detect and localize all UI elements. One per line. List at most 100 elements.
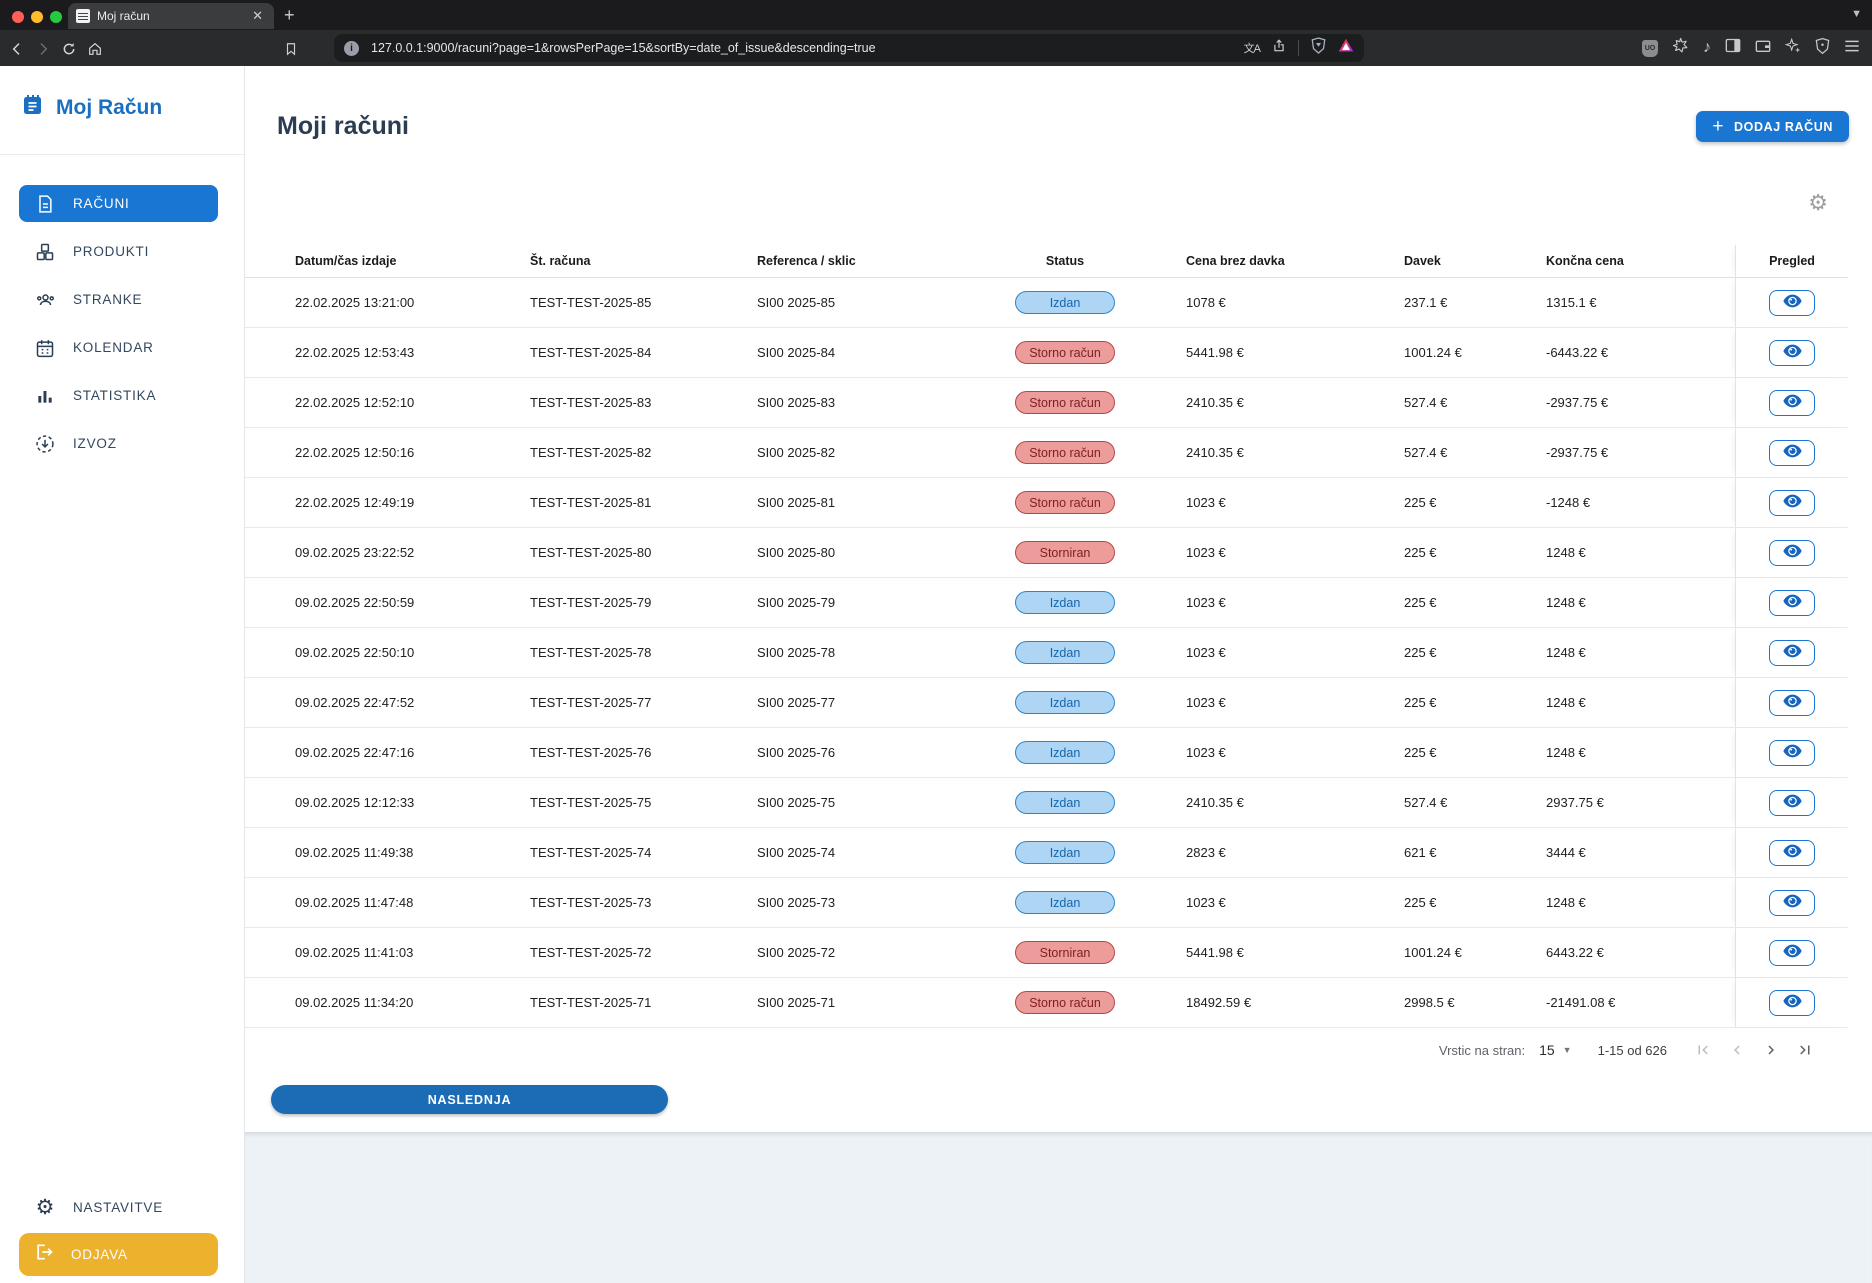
- tab-close-icon[interactable]: ✕: [249, 8, 266, 24]
- home-button[interactable]: [82, 39, 108, 56]
- rows-per-page-select[interactable]: 15 ▼: [1539, 1042, 1572, 1058]
- translate-icon[interactable]: 文A: [1244, 40, 1260, 56]
- previous-page-button[interactable]: [1725, 1038, 1749, 1062]
- view-invoice-button[interactable]: [1769, 490, 1815, 516]
- column-header-referenca[interactable]: Referenca / sklic: [757, 254, 989, 268]
- column-header-koncna-cena[interactable]: Končna cena: [1501, 254, 1691, 268]
- eye-icon: [1783, 694, 1802, 711]
- view-invoice-button[interactable]: [1769, 690, 1815, 716]
- table-row[interactable]: 09.02.2025 22:47:16 TEST-TEST-2025-76 SI…: [245, 728, 1848, 778]
- table-row[interactable]: 22.02.2025 12:52:10 TEST-TEST-2025-83 SI…: [245, 378, 1848, 428]
- cell-davek: 2998.5 €: [1359, 995, 1501, 1010]
- view-invoice-button[interactable]: [1769, 390, 1815, 416]
- ublock-extension-icon[interactable]: UO: [1642, 40, 1658, 57]
- share-icon[interactable]: [1272, 38, 1286, 59]
- vpn-shield-icon[interactable]: [1815, 38, 1830, 59]
- cell-datum: 09.02.2025 22:50:10: [295, 645, 530, 660]
- table-row[interactable]: 09.02.2025 11:34:20 TEST-TEST-2025-71 SI…: [245, 978, 1848, 1028]
- sidebar-item-racuni[interactable]: RAČUNI: [19, 185, 218, 222]
- view-invoice-button[interactable]: [1769, 940, 1815, 966]
- wallet-icon[interactable]: [1755, 39, 1771, 58]
- sidebar-item-statistika[interactable]: STATISTIKA: [19, 377, 218, 414]
- table-row[interactable]: 22.02.2025 13:21:00 TEST-TEST-2025-85 SI…: [245, 278, 1848, 328]
- cell-referenca: SI00 2025-84: [757, 345, 989, 360]
- sidebar-item-izvoz[interactable]: IZVOZ: [19, 425, 218, 462]
- browser-tab[interactable]: Moj račun ✕: [68, 3, 274, 29]
- view-invoice-button[interactable]: [1769, 890, 1815, 916]
- view-invoice-button[interactable]: [1769, 990, 1815, 1016]
- view-invoice-button[interactable]: [1769, 840, 1815, 866]
- page-title: Moji računi: [277, 112, 409, 141]
- table-row[interactable]: 09.02.2025 11:49:38 TEST-TEST-2025-74 SI…: [245, 828, 1848, 878]
- sidebar-panel-icon[interactable]: [1725, 38, 1741, 58]
- back-button[interactable]: [4, 39, 30, 56]
- last-page-button[interactable]: [1793, 1038, 1817, 1062]
- view-invoice-button[interactable]: [1769, 790, 1815, 816]
- sidebar-item-stranke[interactable]: STRANKE: [19, 281, 218, 318]
- table-row[interactable]: 09.02.2025 22:50:10 TEST-TEST-2025-78 SI…: [245, 628, 1848, 678]
- view-invoice-button[interactable]: [1769, 590, 1815, 616]
- cell-davek: 225 €: [1359, 545, 1501, 560]
- table-row[interactable]: 09.02.2025 11:41:03 TEST-TEST-2025-72 SI…: [245, 928, 1848, 978]
- view-invoice-button[interactable]: [1769, 640, 1815, 666]
- table-settings-gear-icon[interactable]: ⚙: [1808, 192, 1828, 214]
- cell-koncna-cena: 2937.75 €: [1501, 795, 1691, 810]
- logout-button[interactable]: ODJAVA: [19, 1233, 218, 1276]
- table-row[interactable]: 09.02.2025 22:50:59 TEST-TEST-2025-79 SI…: [245, 578, 1848, 628]
- brave-shields-icon[interactable]: [1311, 37, 1326, 59]
- cell-datum: 22.02.2025 13:21:00: [295, 295, 530, 310]
- column-header-st-racuna[interactable]: Št. računa: [530, 254, 757, 268]
- table-row[interactable]: 09.02.2025 11:47:48 TEST-TEST-2025-73 SI…: [245, 878, 1848, 928]
- table-row[interactable]: 22.02.2025 12:53:43 TEST-TEST-2025-84 SI…: [245, 328, 1848, 378]
- site-info-icon[interactable]: i: [344, 41, 359, 56]
- table-row[interactable]: 22.02.2025 12:50:16 TEST-TEST-2025-82 SI…: [245, 428, 1848, 478]
- status-badge: Izdan: [1015, 891, 1115, 914]
- menu-hamburger-icon[interactable]: [1844, 39, 1860, 58]
- table-row[interactable]: 22.02.2025 12:49:19 TEST-TEST-2025-81 SI…: [245, 478, 1848, 528]
- column-header-davek[interactable]: Davek: [1359, 254, 1501, 268]
- cell-koncna-cena: -21491.08 €: [1501, 995, 1691, 1010]
- first-page-button[interactable]: [1691, 1038, 1715, 1062]
- view-invoice-button[interactable]: [1769, 290, 1815, 316]
- sidebar-item-nastavitve[interactable]: ⚙ NASTAVITVE: [19, 1190, 218, 1224]
- next-page-button[interactable]: [1759, 1038, 1783, 1062]
- cell-st-racuna: TEST-TEST-2025-81: [530, 495, 757, 510]
- view-invoice-button[interactable]: [1769, 540, 1815, 566]
- sidebar-item-produkti[interactable]: PRODUKTI: [19, 233, 218, 270]
- add-invoice-button[interactable]: + DODAJ RAČUN: [1696, 111, 1849, 142]
- forward-button[interactable]: [30, 39, 56, 56]
- extension-star-icon[interactable]: [1672, 37, 1689, 59]
- status-badge: Storniran: [1015, 941, 1115, 964]
- table-row[interactable]: 09.02.2025 23:22:52 TEST-TEST-2025-80 SI…: [245, 528, 1848, 578]
- view-invoice-button[interactable]: [1769, 340, 1815, 366]
- url-text: 127.0.0.1:9000/racuni?page=1&rowsPerPage…: [371, 41, 1244, 55]
- cell-datum: 09.02.2025 11:47:48: [295, 895, 530, 910]
- cell-cena-brez-davka: 2410.35 €: [1141, 395, 1359, 410]
- column-header-cena-brez-davka[interactable]: Cena brez davka: [1141, 254, 1359, 268]
- cell-referenca: SI00 2025-75: [757, 795, 989, 810]
- new-tab-button[interactable]: +: [284, 4, 295, 26]
- browser-toolbar: i 127.0.0.1:9000/racuni?page=1&rowsPerPa…: [0, 30, 1872, 66]
- table-row[interactable]: 09.02.2025 22:47:52 TEST-TEST-2025-77 SI…: [245, 678, 1848, 728]
- close-window-button[interactable]: [12, 11, 24, 23]
- table-row[interactable]: 09.02.2025 12:12:33 TEST-TEST-2025-75 SI…: [245, 778, 1848, 828]
- cell-datum: 22.02.2025 12:53:43: [295, 345, 530, 360]
- app-logo[interactable]: Moj Račun: [20, 92, 162, 123]
- sidebar-item-kolendar[interactable]: KOLENDAR: [19, 329, 218, 366]
- reload-button[interactable]: [56, 39, 82, 56]
- music-note-icon[interactable]: ♪: [1703, 39, 1711, 57]
- maximize-window-button[interactable]: [50, 11, 62, 23]
- brave-logo-icon[interactable]: [1338, 38, 1354, 58]
- column-header-datum[interactable]: Datum/čas izdaje: [295, 254, 530, 268]
- next-button[interactable]: NASLEDNJA: [271, 1085, 668, 1114]
- view-invoice-button[interactable]: [1769, 740, 1815, 766]
- leo-ai-sparkle-icon[interactable]: [1785, 38, 1801, 59]
- column-header-status[interactable]: Status: [989, 254, 1141, 268]
- cell-referenca: SI00 2025-77: [757, 695, 989, 710]
- minimize-window-button[interactable]: [31, 11, 43, 23]
- view-invoice-button[interactable]: [1769, 440, 1815, 466]
- url-bar[interactable]: i 127.0.0.1:9000/racuni?page=1&rowsPerPa…: [334, 34, 1364, 62]
- tab-list-chevron-icon[interactable]: ▼: [1851, 8, 1862, 20]
- eye-icon: [1783, 944, 1802, 961]
- bookmark-icon[interactable]: [278, 39, 304, 56]
